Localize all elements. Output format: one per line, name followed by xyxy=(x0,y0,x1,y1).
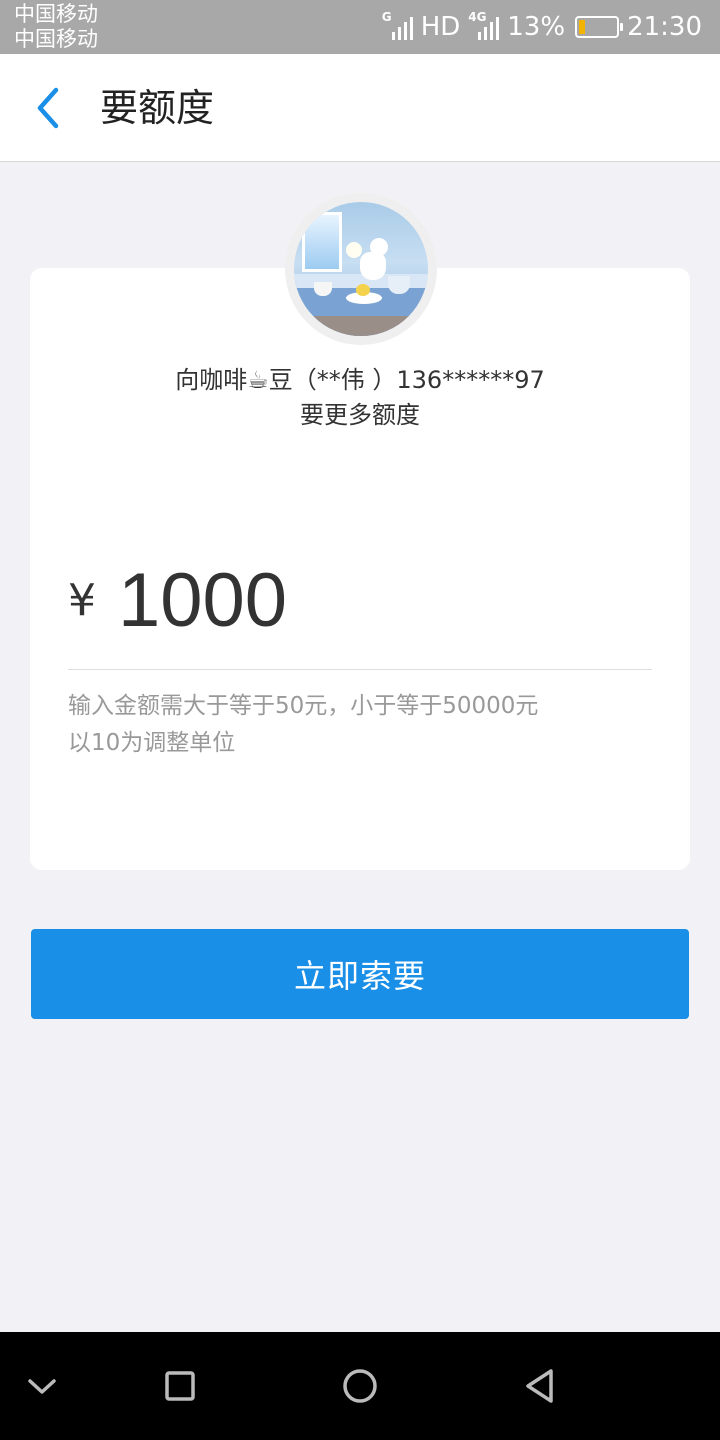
clock: 21:30 xyxy=(627,12,702,42)
hd-indicator: HD xyxy=(420,12,461,42)
app-header: 要额度 xyxy=(0,54,720,162)
triangle-back-icon[interactable] xyxy=(520,1366,560,1406)
currency-symbol: ¥ xyxy=(68,574,96,626)
circle-icon[interactable] xyxy=(340,1366,380,1406)
status-bar: 中国移动 中国移动 G HD 4G 13% 21:30 xyxy=(0,0,720,54)
avatar-image xyxy=(294,202,428,336)
amount-row: ¥ xyxy=(68,555,652,645)
amount-hint: 输入金额需大于等于50元，小于等于50000元 以10为调整单位 xyxy=(68,688,538,762)
carrier-1: 中国移动 xyxy=(14,2,98,26)
network-type-2: 4G xyxy=(468,10,487,24)
request-subtitle: 要更多额度 xyxy=(300,401,420,429)
chevron-left-icon[interactable] xyxy=(30,84,70,132)
square-icon[interactable] xyxy=(160,1366,200,1406)
battery-icon xyxy=(575,16,624,38)
hint-line-1: 输入金额需大于等于50元，小于等于50000元 xyxy=(68,693,539,719)
network-type-1: G xyxy=(381,10,392,24)
navigation-bar xyxy=(0,1332,720,1440)
requester-info: 向咖啡☕豆（**伟 ）136******97 xyxy=(175,366,545,394)
signal-icon-2: 4G xyxy=(468,10,500,40)
amount-input[interactable] xyxy=(118,556,618,644)
request-now-button[interactable]: 立即索要 xyxy=(31,929,689,1019)
status-indicators: G HD 4G 13% 21:30 xyxy=(382,0,702,54)
chevron-down-icon[interactable] xyxy=(22,1366,62,1406)
page-title: 要额度 xyxy=(100,86,215,130)
signal-icon-1: G xyxy=(382,10,413,40)
battery-percent: 13% xyxy=(507,12,566,42)
avatar xyxy=(285,193,437,345)
hint-line-2: 以10为调整单位 xyxy=(68,730,236,756)
divider xyxy=(68,669,652,670)
carrier-labels: 中国移动 中国移动 xyxy=(14,2,98,52)
carrier-2: 中国移动 xyxy=(14,27,98,51)
